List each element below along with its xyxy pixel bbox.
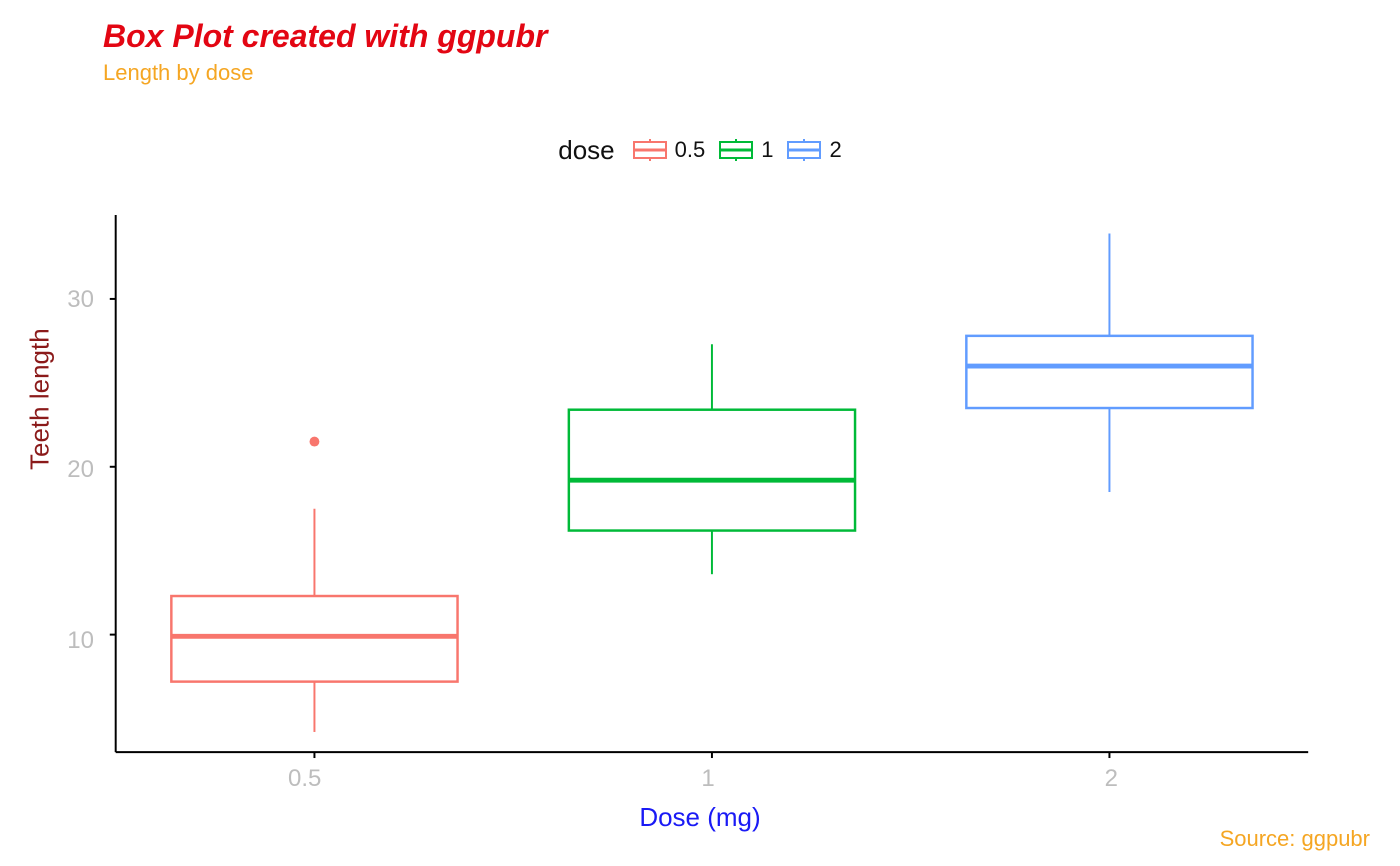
y-axis-label: Teeth length xyxy=(25,328,56,470)
legend-key-icon xyxy=(787,139,821,161)
x-tick-label: 2 xyxy=(1105,765,1118,793)
legend-label: 0.5 xyxy=(675,137,706,163)
legend-key-icon xyxy=(719,139,753,161)
y-tick-label: 30 xyxy=(34,286,94,314)
chart-caption: Source: ggpubr xyxy=(1220,826,1370,852)
legend-label: 1 xyxy=(761,137,773,163)
legend-item-1: 1 xyxy=(719,137,773,163)
boxplot-svg xyxy=(103,215,1313,760)
plot-area xyxy=(103,215,1313,760)
legend-title: dose xyxy=(558,135,614,166)
legend-key-icon xyxy=(633,139,667,161)
chart-subtitle: Length by dose xyxy=(103,60,253,86)
chart-title: Box Plot created with ggpubr xyxy=(103,18,547,55)
legend-item-2: 2 xyxy=(787,137,841,163)
x-tick-label: 1 xyxy=(701,765,714,793)
legend-item-0.5: 0.5 xyxy=(633,137,706,163)
legend: dose 0.5 1 2 xyxy=(0,130,1400,170)
y-tick-label: 20 xyxy=(34,456,94,484)
x-axis-label: Dose (mg) xyxy=(639,802,760,833)
legend-label: 2 xyxy=(829,137,841,163)
x-tick-label: 0.5 xyxy=(288,765,321,793)
y-tick-label: 10 xyxy=(34,627,94,655)
